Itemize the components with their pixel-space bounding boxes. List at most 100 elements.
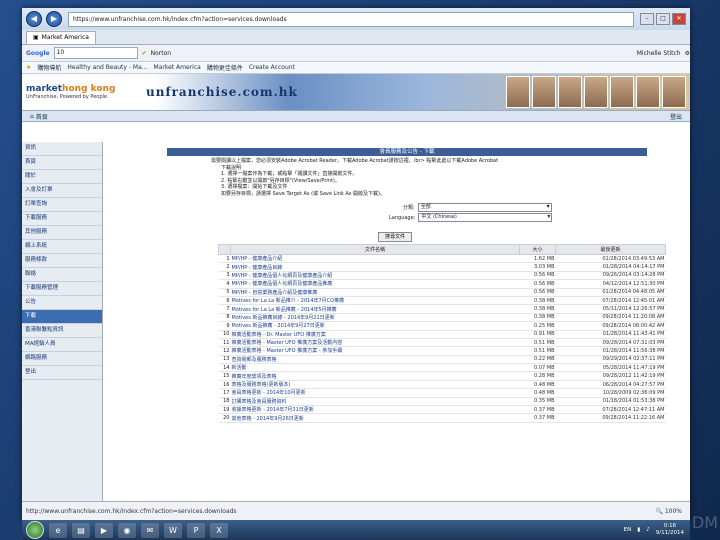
table-row: 16 表格及服務表格(更新版本) 0.48 MB 06/28/2014 04:27:5… <box>218 380 666 390</box>
sidebar-item[interactable]: 香港聯繫點資訊 <box>22 324 102 338</box>
powerpoint-icon[interactable]: P <box>187 522 205 538</box>
norton-label[interactable]: Norton <box>151 50 171 57</box>
sidebar-item[interactable]: 下載服務管理 <box>22 282 102 296</box>
browser-tab[interactable]: ▣ Market America <box>26 31 96 44</box>
language-label: Language: <box>389 214 416 221</box>
sidebar-item[interactable]: 資訊 <box>22 142 102 156</box>
file-date: 09/26/2014 03:14:28 PM <box>555 271 666 281</box>
file-name-link[interactable]: 會員表格更新 - 2014年10月更新 <box>230 388 520 398</box>
user-name[interactable]: Michelle Stitch <box>637 50 681 57</box>
table-row: 19 收據表格更新 - 2014年7月31日更新 0.37 MB 07/28/2014… <box>218 405 666 415</box>
favorite-item[interactable]: Healthy and Beauty - Ma... <box>67 64 147 71</box>
tab-label: Market America <box>41 34 89 41</box>
sidebar-item[interactable]: 其他服務 <box>22 226 102 240</box>
table-row: 6 Motives for La La 新品推介 - 2014年7月CQ推薦 0.3… <box>218 296 666 306</box>
google-logo: Google <box>26 49 50 57</box>
breadcrumb-home[interactable]: 首頁 <box>36 112 48 121</box>
file-name-link[interactable]: Motives 新品推薦 - 2014年9月27日更新 <box>230 321 520 331</box>
file-date: 01/28/2014 04:14:17 PM <box>555 262 666 272</box>
favorite-item[interactable]: Create Account <box>249 64 295 71</box>
norton-icon[interactable]: ✔ <box>142 50 147 57</box>
file-name-link[interactable]: 訂購表格及會員服務資料 <box>230 397 520 407</box>
word-icon[interactable]: W <box>164 522 182 538</box>
sidebar-item[interactable]: 訂單查詢 <box>22 198 102 212</box>
back-icon[interactable]: ◀ <box>26 11 42 27</box>
file-name-link[interactable]: MP/HP - 健康產品目錄 <box>230 262 520 272</box>
file-number: 7 <box>218 304 231 314</box>
chrome-icon[interactable]: ◉ <box>118 522 136 538</box>
sidebar-item[interactable]: MA經銷人員 <box>22 338 102 352</box>
file-name-link[interactable]: 查詢電郵及服務表格 <box>230 355 520 365</box>
folder-icon[interactable]: ▤ <box>72 522 90 538</box>
sidebar-item[interactable]: 入會及訂單 <box>22 184 102 198</box>
banner-photo <box>558 76 582 108</box>
sidebar-item[interactable]: 聯絡 <box>22 268 102 282</box>
file-name-link[interactable]: Motives for La La 新品推介 - 2014年7月CQ推薦 <box>230 296 520 306</box>
search-documents-button[interactable]: 搜尋文件 <box>378 232 412 242</box>
outlook-icon[interactable]: ✉ <box>141 522 159 538</box>
table-row: 17 會員表格更新 - 2014年10月更新 0.48 MB 10/28/2009 0… <box>218 388 666 398</box>
sidebar-item[interactable]: 首頁 <box>22 156 102 170</box>
file-name-link[interactable]: 推廣活動表格 - Master UFO 推廣方案及活動內容 <box>230 338 520 348</box>
table-row: 18 訂購表格及會員服務資料 0.35 MB 01/18/2014 01:53:38 … <box>218 397 666 407</box>
volume-icon[interactable]: ♪ <box>646 527 650 533</box>
ie-icon[interactable]: e <box>49 522 67 538</box>
file-name-link[interactable]: 新活動 <box>230 363 520 373</box>
media-player-icon[interactable]: ▶ <box>95 522 113 538</box>
network-icon[interactable]: ▮ <box>637 527 640 533</box>
file-size: 0.51 MB <box>519 338 556 348</box>
file-name-link[interactable]: MP/HP - 健康產品介紹 <box>230 254 520 264</box>
file-name-link[interactable]: 推廣活動表格 - Master UFO 推廣方案 - 參加手續 <box>230 346 520 356</box>
table-row: 13 查詢電郵及服務表格 0.22 MB 09/29/2014 02:37:11 PM <box>218 355 666 365</box>
file-date: 01/28/2014 03:49:53 AM <box>555 254 666 264</box>
sidebar-item[interactable]: 網路服務 <box>22 352 102 366</box>
table-row: 8 Motives 新品推薦目錄 - 2014年9月21日更新 0.38 MB 09/… <box>218 313 666 323</box>
home-icon[interactable]: ⌂ <box>30 113 34 120</box>
table-row: 12 推廣活動表格 - Master UFO 推廣方案 - 參加手續 0.51 MB… <box>218 346 666 356</box>
favorites-star-icon[interactable]: ★ <box>26 64 31 71</box>
window-controls: – □ ✕ <box>640 13 686 25</box>
favorite-item[interactable]: Market America <box>154 64 201 71</box>
start-button[interactable] <box>26 521 44 539</box>
sidebar-item[interactable]: 服務條款 <box>22 254 102 268</box>
minimize-button[interactable]: – <box>640 13 654 25</box>
clock-date: 9/11/2014 <box>655 530 684 536</box>
address-bar[interactable]: https://www.unfranchise.com.hk/index.cfm… <box>68 11 634 27</box>
site-banner: markethong kong UnFranchise, Powered by … <box>22 74 690 111</box>
sidebar-item[interactable]: 登出 <box>22 366 102 380</box>
file-name-link[interactable]: MP/HP - 健康產品個人化網頁及健康產品介紹 <box>230 271 520 281</box>
favorite-item[interactable]: 購物導航 <box>37 63 61 72</box>
file-name-link[interactable]: 表格及服務表格(更新版本) <box>230 380 520 390</box>
close-button[interactable]: ✕ <box>672 13 686 25</box>
market-hongkong-logo[interactable]: markethong kong UnFranchise, Powered by … <box>22 84 116 100</box>
sidebar-item[interactable]: 下載服務 <box>22 212 102 226</box>
forward-icon[interactable]: ▶ <box>46 11 62 27</box>
sidebar-item[interactable]: 網上系統 <box>22 240 102 254</box>
file-name-link[interactable]: MP/HP - 健康產品個人化網頁及健康產品推廣 <box>230 279 520 289</box>
google-search-input[interactable]: 10 <box>53 47 138 59</box>
file-name-link[interactable]: 推廣活動表格 - Dr. Master UFO 推廣方案 <box>230 330 520 339</box>
sidebar-item[interactable]: 公告 <box>22 296 102 310</box>
logout-link[interactable]: 登出 <box>670 112 682 121</box>
file-name-link[interactable]: 其他表格 - 2014年9月26日更新 <box>230 413 520 423</box>
language-indicator[interactable]: EN <box>624 527 632 533</box>
file-name-link[interactable]: 推廣年度獎項及表格 <box>230 371 520 381</box>
file-date: 04/12/2014 12:51:30 PM <box>555 279 666 289</box>
file-name-link[interactable]: 收據表格更新 - 2014年7月31日更新 <box>230 405 520 415</box>
file-name-link[interactable]: MP/HP - 自營業務產品介紹及健康推廣 <box>230 288 520 297</box>
settings-icon[interactable]: ⚙ <box>685 50 690 57</box>
maximize-button[interactable]: □ <box>656 13 670 25</box>
excel-icon[interactable]: X <box>210 522 228 538</box>
file-name-link[interactable]: Motives for La La 新品推薦 - 2014年5月推薦 <box>230 304 520 314</box>
sidebar-item[interactable]: 關於 <box>22 170 102 184</box>
clock[interactable]: 0:16 9/11/2014 <box>656 523 684 537</box>
sidebar-item[interactable]: 下載 <box>22 310 102 324</box>
file-size: 0.37 MB <box>519 413 556 423</box>
zoom-level[interactable]: 🔍 100% <box>655 508 682 515</box>
table-row: 4 MP/HP - 健康產品個人化網頁及健康產品推廣 0.56 MB 04/12/20… <box>218 279 666 289</box>
category-select[interactable]: 全部 <box>417 203 552 212</box>
favorite-item[interactable]: 購物更佳條件 <box>207 63 243 72</box>
file-date: 06/28/2014 04:27:57 PM <box>555 380 666 390</box>
file-name-link[interactable]: Motives 新品推薦目錄 - 2014年9月21日更新 <box>230 313 520 323</box>
language-select[interactable]: 中文 (Chinese) <box>418 213 553 222</box>
